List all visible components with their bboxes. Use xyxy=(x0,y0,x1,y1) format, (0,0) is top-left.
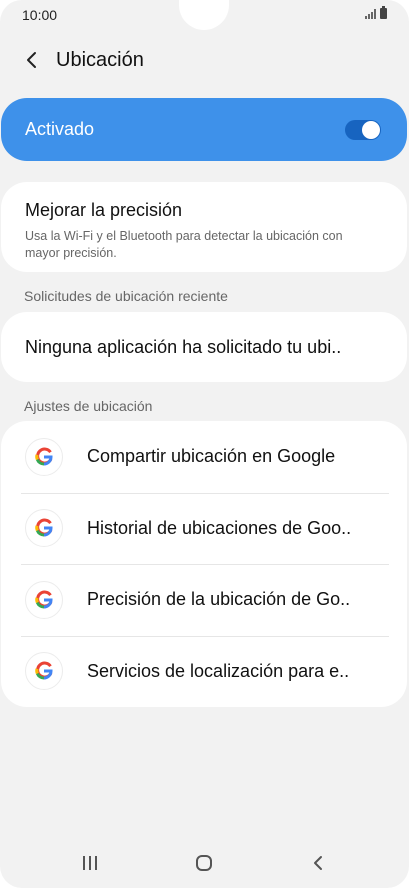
google-icon xyxy=(25,509,63,548)
improve-accuracy-title: Mejorar la precisión xyxy=(25,200,183,220)
improve-accuracy-item[interactable]: Mejorar la precisión Usa la Wi-Fi y el B… xyxy=(1,182,407,272)
status-time: 10:00 xyxy=(22,7,58,23)
recent-requests-card: Ninguna aplicación ha solicitado tu ubi.… xyxy=(1,312,407,382)
recent-apps-icon xyxy=(83,856,97,870)
google-icon xyxy=(25,437,63,476)
nav-back-button[interactable] xyxy=(298,848,338,878)
setting-item-location-accuracy[interactable]: Precisión de la ubicación de Go.. xyxy=(1,564,407,636)
battery-icon xyxy=(380,6,387,19)
setting-item-location-history[interactable]: Historial de ubicaciones de Goo.. xyxy=(1,492,407,565)
page-title: Ubicación xyxy=(56,48,144,71)
app-header: Ubicación xyxy=(0,40,409,80)
navigation-bar xyxy=(0,840,409,886)
back-icon xyxy=(314,856,322,870)
status-bar: 10:00 xyxy=(0,0,409,30)
switch-knob xyxy=(362,120,380,139)
setting-item-emergency-location[interactable]: Servicios de localización para e.. xyxy=(1,635,407,708)
setting-item-label: Servicios de localización para e.. xyxy=(87,660,350,681)
chevron-left-icon xyxy=(27,52,36,68)
toggle-label: Activado xyxy=(25,119,95,139)
google-icon xyxy=(25,652,63,691)
location-switch[interactable] xyxy=(345,119,381,140)
recent-requests-section-title: Solicitudes de ubicación reciente xyxy=(24,288,228,304)
camera-notch xyxy=(179,0,229,30)
setting-item-label: Compartir ubicación en Google xyxy=(87,446,336,467)
setting-item-share-location[interactable]: Compartir ubicación en Google xyxy=(1,421,407,493)
google-icon xyxy=(25,580,63,619)
recent-apps-button[interactable] xyxy=(70,848,110,878)
improve-accuracy-description: Usa la Wi-Fi y el Bluetooth para detecta… xyxy=(25,229,343,260)
setting-item-label: Precisión de la ubicación de Go.. xyxy=(87,589,351,610)
status-icons xyxy=(365,6,387,19)
back-button[interactable] xyxy=(18,46,46,74)
location-settings-section-title: Ajustes de ubicación xyxy=(24,398,153,414)
home-icon xyxy=(196,855,212,871)
signal-icon xyxy=(365,8,376,19)
recent-requests-text: Ninguna aplicación ha solicitado tu ubi.… xyxy=(25,336,342,357)
location-settings-card: Compartir ubicación en Google Historial … xyxy=(1,421,407,707)
location-master-toggle[interactable]: Activado xyxy=(1,98,407,161)
home-button[interactable] xyxy=(184,848,224,878)
phone-screen: 10:00 Ubicación Activado Mejorar la prec… xyxy=(0,0,409,888)
setting-item-label: Historial de ubicaciones de Goo.. xyxy=(87,517,352,538)
